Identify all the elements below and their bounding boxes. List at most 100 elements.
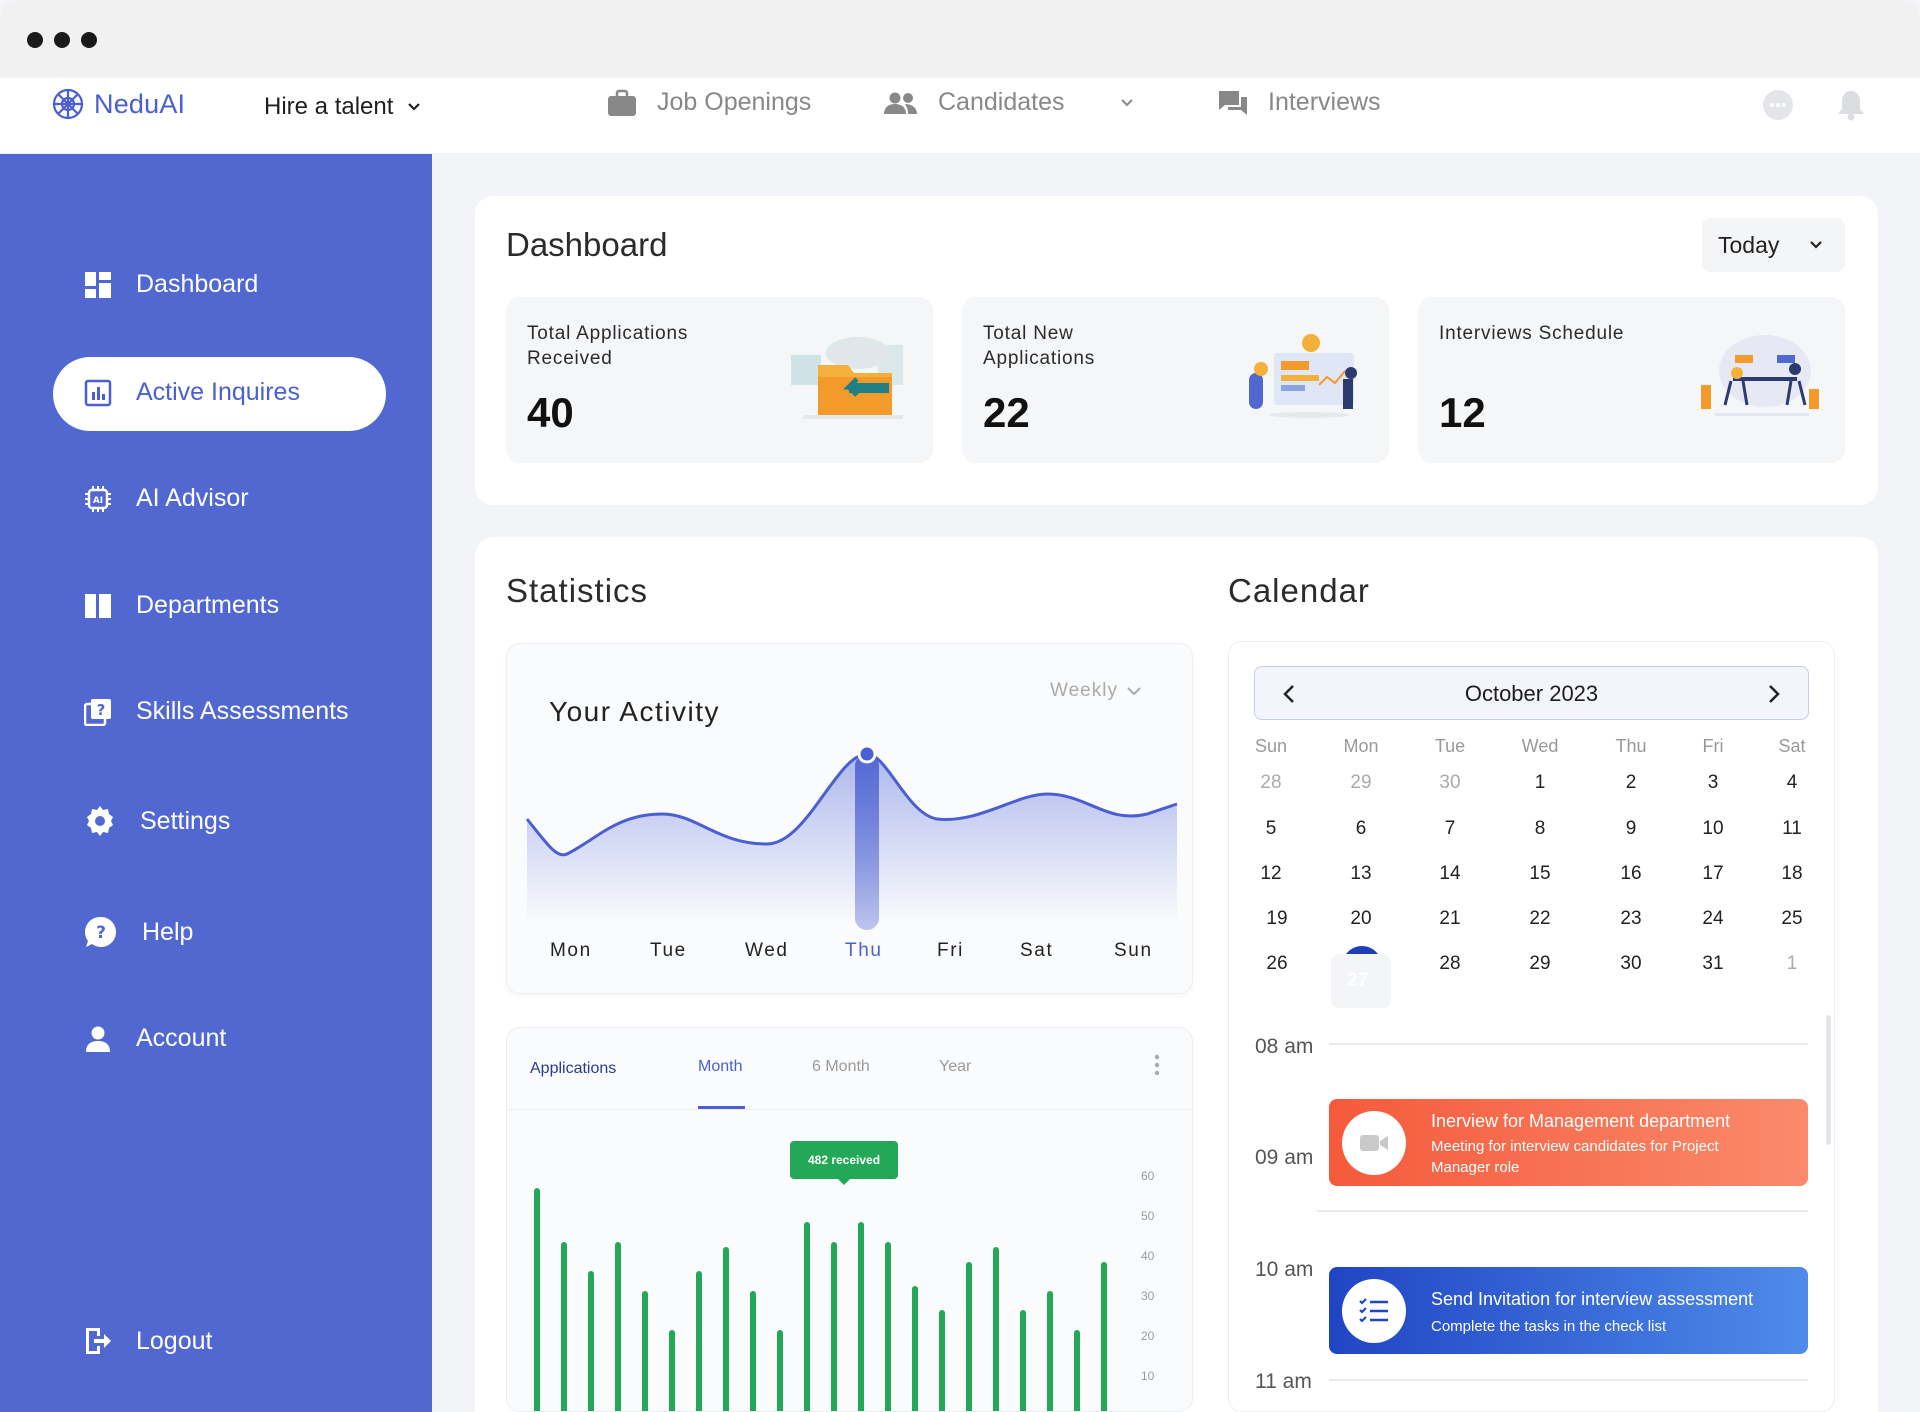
calendar-day[interactable]: 18 [1762,863,1822,885]
calendar-day[interactable]: 21 [1420,908,1480,930]
chart-bar[interactable] [777,1330,783,1411]
nav-interviews[interactable]: Interviews [1218,88,1381,117]
calendar-day[interactable]: 30 [1601,953,1661,975]
chart-bar[interactable] [1047,1291,1053,1411]
calendar-day[interactable]: 7 [1420,818,1480,840]
calendar-day[interactable]: 19 [1247,908,1307,930]
selected-day-bar[interactable] [855,754,879,930]
chart-bar[interactable] [1101,1262,1107,1411]
sidebar-item-active-inquires[interactable]: Active Inquires [84,378,300,407]
quiz-icon: ? [84,698,111,726]
time-label: 10 am [1255,1258,1314,1281]
chart-bar[interactable] [993,1247,999,1411]
calendar-day[interactable]: 17 [1683,863,1743,885]
nav-candidates[interactable]: Candidates [884,88,1134,117]
chart-bar[interactable] [804,1222,810,1411]
calendar-day[interactable]: 31 [1683,953,1743,975]
gear-icon [87,806,113,836]
calendar-day[interactable]: 1 [1510,772,1570,794]
messages-icon[interactable] [1762,89,1794,121]
calendar-day[interactable]: 8 [1510,818,1570,840]
time-divider [1329,1379,1808,1381]
weekday-label: Wed [1521,736,1559,756]
calendar-day[interactable]: 11 [1762,818,1822,840]
sidebar-item-logout[interactable]: Logout [84,1326,212,1356]
calendar-day[interactable]: 13 [1331,863,1391,885]
calendar-day[interactable]: 24 [1683,908,1743,930]
sidebar-item-label: Active Inquires [136,378,300,406]
sidebar-item-dashboard[interactable]: Dashboard [84,270,258,299]
sidebar-item-help[interactable]: ? Help [84,915,193,949]
calendar-day[interactable]: 16 [1601,863,1661,885]
brand-logo[interactable]: NeduAI [50,86,185,122]
calendar-day[interactable]: 28 [1241,772,1301,794]
stat-card-interviews-schedule[interactable]: Interviews Schedule 12 [1418,297,1845,463]
calendar-day[interactable]: 12 [1241,863,1301,885]
calendar-day[interactable]: 15 [1510,863,1570,885]
y-tick-label: 10 [1141,1369,1155,1383]
month-label: October 2023 [1464,681,1599,706]
sidebar-item-account[interactable]: Account [84,1024,226,1053]
selected-day-point[interactable] [857,744,877,764]
chart-bar[interactable] [642,1291,648,1411]
window-control-dot[interactable] [27,32,43,48]
chart-bar[interactable] [561,1242,567,1411]
event-send-invitation[interactable]: Send Invitation for interview assessment… [1329,1267,1808,1354]
chart-bar[interactable] [534,1188,540,1411]
calendar-day[interactable]: 25 [1762,908,1822,930]
weekday-label: Mon [1343,736,1379,756]
calendar-day[interactable]: 4 [1762,772,1822,794]
calendar-day[interactable]: 28 [1420,953,1480,975]
calendar-day[interactable]: 5 [1241,818,1301,840]
stat-card-new-applications[interactable]: Total New Applications 22 [962,297,1389,463]
calendar-day[interactable]: 14 [1420,863,1480,885]
chart-bar[interactable] [1074,1330,1080,1411]
chart-bar[interactable] [939,1310,945,1411]
sidebar-item-label: Logout [136,1326,213,1355]
calendar-day[interactable]: 2 [1601,772,1661,794]
y-tick-label: 20 [1141,1329,1155,1343]
chart-bar[interactable] [885,1242,891,1411]
calendar-day[interactable]: 10 [1683,818,1743,840]
chart-bar[interactable] [1020,1310,1026,1411]
chart-bar[interactable] [723,1247,729,1411]
chart-bar[interactable] [750,1291,756,1411]
chart-bar[interactable] [858,1222,864,1411]
day-label: Wed [745,940,789,961]
date-range-dropdown[interactable]: Today [1702,218,1845,272]
window-control-dot[interactable] [54,32,70,48]
sidebar-item-departments[interactable]: Departments [84,591,279,620]
sidebar-item-skills-assessments[interactable]: ? Skills Assessments [84,697,349,726]
calendar-day[interactable]: 9 [1601,818,1661,840]
chart-bar[interactable] [831,1242,837,1411]
chart-bar[interactable] [696,1271,702,1411]
nav-job-openings[interactable]: Job Openings [607,88,811,117]
calendar-day[interactable]: 3 [1683,772,1743,794]
window-control-dot[interactable] [81,32,97,48]
sidebar-item-ai-advisor[interactable]: AI AI Advisor [84,484,249,513]
event-interview-management[interactable]: Inerview for Management department Meeti… [1329,1099,1808,1186]
calendar-day[interactable]: 1 [1762,953,1822,975]
chevron-right-icon[interactable] [1768,684,1780,704]
chart-bar[interactable] [588,1271,594,1411]
chart-bar[interactable] [669,1330,675,1411]
chart-bar[interactable] [615,1242,621,1411]
calendar-day[interactable]: 23 [1601,908,1661,930]
calendar-day[interactable]: 29 [1510,953,1570,975]
hire-talent-dropdown[interactable]: Hire a talent [264,93,421,121]
calendar-day[interactable]: 20 [1331,908,1391,930]
stat-card-total-applications[interactable]: Total Applications Received 40 [506,297,933,463]
chart-bar[interactable] [966,1262,972,1411]
sidebar-item-settings[interactable]: Settings [84,805,230,837]
calendar-day-today[interactable]: 27 [1331,954,1391,1008]
calendar-day[interactable]: 6 [1331,818,1391,840]
chart-bar[interactable] [912,1286,918,1411]
bell-icon[interactable] [1837,89,1865,121]
calendar-day[interactable]: 29 [1331,772,1391,794]
scrollbar[interactable] [1826,1015,1831,1145]
calendar-day[interactable]: 22 [1510,908,1570,930]
sidebar-item-label: AI Advisor [136,484,249,512]
calendar-day[interactable]: 26 [1247,953,1307,975]
calendar-day[interactable]: 30 [1420,772,1480,794]
chevron-down-icon[interactable] [1120,98,1134,108]
